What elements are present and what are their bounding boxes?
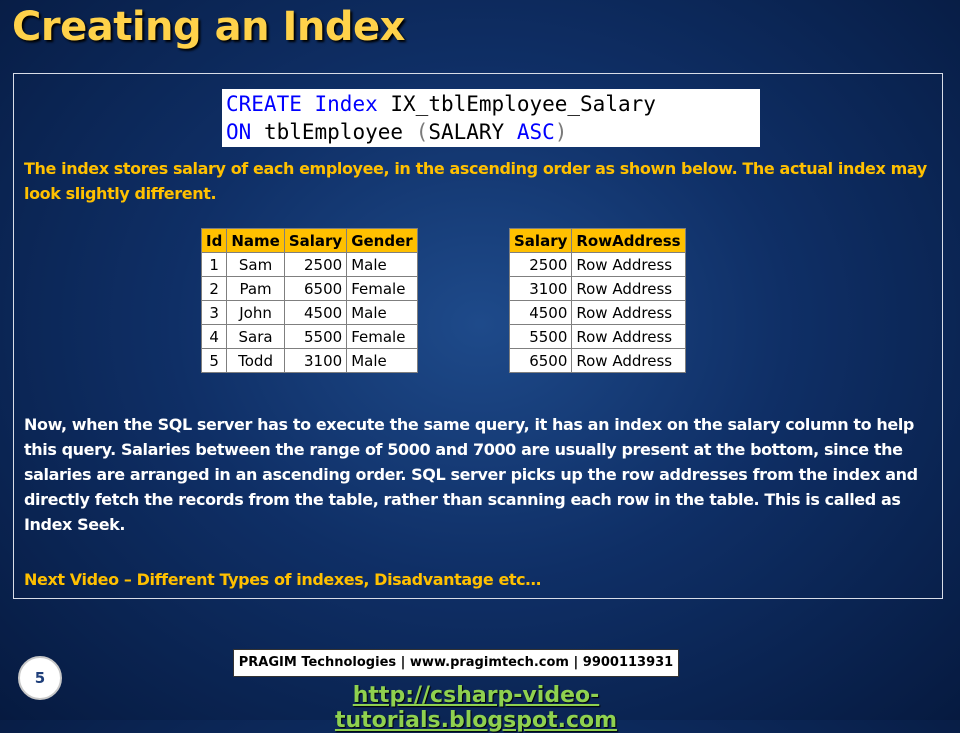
- table-cell: Sam: [226, 252, 285, 277]
- slide-title: Creating an Index: [12, 4, 405, 50]
- table-cell: Male: [346, 252, 418, 277]
- table-cell: 5500: [508, 324, 573, 349]
- table-header-row: Id Name Salary Gender: [200, 228, 418, 253]
- table-cell: Pam: [226, 276, 285, 301]
- table-row: 5500 Row Address: [508, 324, 686, 349]
- table-row: 3 John 4500 Male: [200, 300, 418, 325]
- table-cell: 6500: [508, 348, 573, 373]
- table-cell: 3100: [508, 276, 573, 301]
- code-column: SALARY: [428, 120, 505, 144]
- code-paren-close: ): [554, 120, 568, 144]
- salary-index-table: Salary RowAddress 2500 Row Address 3100 …: [508, 228, 686, 373]
- column-header: RowAddress: [571, 228, 686, 253]
- table-cell: Male: [346, 300, 418, 325]
- table-cell: 5: [200, 348, 228, 373]
- table-row: 2 Pam 6500 Female: [200, 276, 418, 301]
- code-paren-open: (: [415, 120, 429, 144]
- column-header: Salary: [283, 228, 348, 253]
- table-cell: Row Address: [571, 252, 686, 277]
- table-cell: 3: [200, 300, 228, 325]
- table-cell: 3100: [283, 348, 348, 373]
- table-header-row: Salary RowAddress: [508, 228, 686, 253]
- table-row: 5 Todd 3100 Male: [200, 348, 418, 373]
- table-cell: 2500: [283, 252, 348, 277]
- column-header: Id: [200, 228, 228, 253]
- table-cell: John: [226, 300, 285, 325]
- table-cell: Sara: [226, 324, 285, 349]
- column-header: Name: [226, 228, 285, 253]
- code-line-2: ON tblEmployee (SALARY ASC): [226, 118, 760, 146]
- table-cell: Todd: [226, 348, 285, 373]
- table-row: 6500 Row Address: [508, 348, 686, 373]
- table-cell: 2: [200, 276, 228, 301]
- code-keyword: Index: [314, 92, 378, 116]
- table-cell: 2500: [508, 252, 573, 277]
- intro-paragraph: The index stores salary of each employee…: [24, 159, 927, 203]
- page-number-badge: 5: [18, 656, 62, 700]
- column-header: Salary: [508, 228, 573, 253]
- table-cell: Row Address: [571, 324, 686, 349]
- table-row: 4 Sara 5500 Female: [200, 324, 418, 349]
- code-table-name: tblEmployee: [263, 120, 404, 144]
- table-cell: 5500: [283, 324, 348, 349]
- column-header: Gender: [346, 228, 418, 253]
- table-cell: 4: [200, 324, 228, 349]
- table-row: 4500 Row Address: [508, 300, 686, 325]
- table-cell: Row Address: [571, 348, 686, 373]
- table-cell: 1: [200, 252, 228, 277]
- code-keyword: ON: [226, 120, 252, 144]
- blog-link[interactable]: http://csharp-video-tutorials.blogspot.c…: [233, 683, 719, 733]
- table-row: 2500 Row Address: [508, 252, 686, 277]
- table-cell: Male: [346, 348, 418, 373]
- code-keyword: CREATE: [226, 92, 302, 116]
- next-video-text: Next Video – Different Types of indexes,…: [24, 570, 541, 589]
- table-row: 3100 Row Address: [508, 276, 686, 301]
- table-cell: Female: [346, 324, 418, 349]
- code-line-1: CREATE Index IX_tblEmployee_Salary: [226, 90, 760, 118]
- table-cell: 6500: [283, 276, 348, 301]
- table-row: 1 Sam 2500 Male: [200, 252, 418, 277]
- table-cell: 4500: [283, 300, 348, 325]
- table-cell: Female: [346, 276, 418, 301]
- table-cell: 4500: [508, 300, 573, 325]
- code-keyword: ASC: [516, 120, 555, 144]
- table-cell: Row Address: [571, 300, 686, 325]
- company-footer: PRAGIM Technologies | www.pragimtech.com…: [233, 649, 679, 677]
- table-cell: Row Address: [571, 276, 686, 301]
- body-paragraph: Now, when the SQL server has to execute …: [24, 415, 918, 534]
- sql-code-block: CREATE Index IX_tblEmployee_Salary ON tb…: [222, 89, 760, 147]
- employee-table: Id Name Salary Gender 1 Sam 2500 Male 2 …: [200, 228, 418, 373]
- code-index-name: IX_tblEmployee_Salary: [390, 92, 656, 116]
